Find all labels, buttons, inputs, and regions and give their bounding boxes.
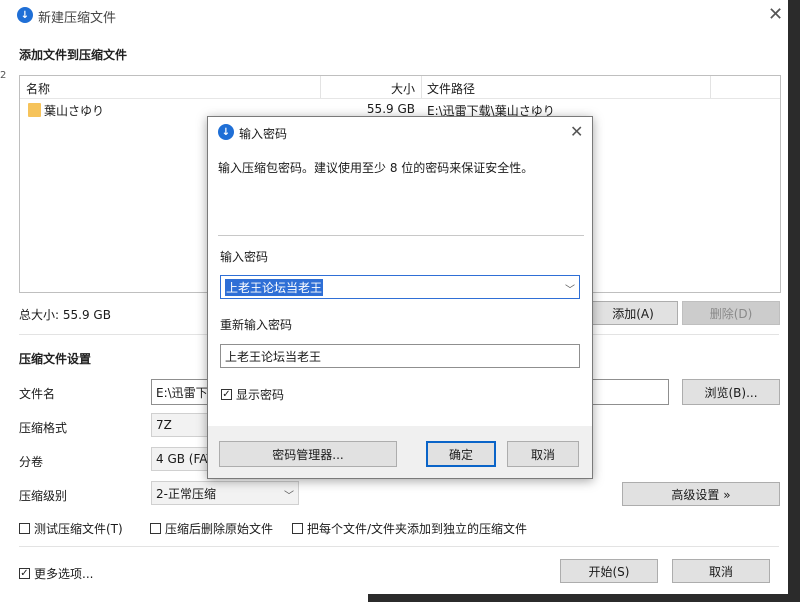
total-size: 总大小: 55.9 GB	[19, 308, 111, 322]
test-archive-checkbox[interactable]	[19, 523, 30, 534]
checkmark-icon: ✓	[20, 567, 29, 579]
show-password-checkbox[interactable]: ✓	[221, 389, 232, 400]
format-select[interactable]: 7Z	[151, 413, 211, 437]
file-name: 葉山さゆり	[44, 104, 105, 118]
add-button[interactable]: 添加(A)	[588, 301, 678, 325]
delete-button[interactable]: 删除(D)	[682, 301, 780, 325]
ok-button[interactable]: 确定	[426, 441, 496, 467]
column-header-name[interactable]: 名称	[26, 80, 50, 97]
reenter-password-value: 上老王论坛当老王	[225, 349, 322, 364]
test-archive-option[interactable]: 测试压缩文件(T)	[19, 520, 123, 537]
show-password-option[interactable]: ✓ 显示密码	[221, 386, 284, 403]
format-label: 压缩格式	[19, 421, 68, 435]
split-label: 分卷	[19, 455, 44, 469]
browse-button[interactable]: 浏览(B)...	[682, 379, 780, 405]
column-header-size[interactable]: 大小	[390, 80, 415, 97]
split-value: 4 GB (FAT	[156, 452, 211, 466]
chevron-down-icon: ﹀	[284, 491, 294, 502]
app-logo-icon: ↓	[218, 124, 234, 140]
reenter-password-input[interactable]: 上老王论坛当老王	[220, 344, 580, 368]
advanced-settings-button[interactable]: 高级设置 »	[622, 482, 780, 506]
delete-after-option[interactable]: 压缩后删除原始文件	[150, 520, 273, 537]
start-button[interactable]: 开始(S)	[560, 559, 658, 583]
more-options-option[interactable]: ✓ 更多选项...	[19, 565, 93, 582]
dialog-title: 输入密码	[239, 127, 288, 141]
password-dialog: ↓ 输入密码 ✕ 输入压缩包密码。建议使用至少 8 位的密码来保证安全性。 输入…	[207, 116, 593, 479]
edge-mark: 2	[0, 70, 7, 81]
title-bar: ↓ 新建压缩文件 ✕	[8, 0, 788, 32]
dialog-description: 输入压缩包密码。建议使用至少 8 位的密码来保证安全性。	[218, 161, 534, 175]
close-icon[interactable]: ✕	[768, 6, 783, 24]
reenter-password-label: 重新输入密码	[220, 318, 293, 332]
file-size: 55.9 GB	[366, 102, 415, 116]
desktop-backdrop	[788, 0, 800, 602]
format-value: 7Z	[156, 418, 172, 432]
more-options-label: 更多选项...	[34, 567, 94, 581]
column-separator[interactable]	[320, 76, 321, 98]
level-label: 压缩级别	[19, 489, 68, 503]
delete-after-checkbox[interactable]	[150, 523, 161, 534]
divider	[19, 546, 779, 547]
separate-archives-option[interactable]: 把每个文件/文件夹添加到独立的压缩文件	[292, 520, 527, 537]
column-separator[interactable]	[421, 76, 422, 98]
password-value: 上老王论坛当老王	[225, 278, 324, 296]
filename-label: 文件名	[19, 387, 56, 401]
app-logo-icon: ↓	[17, 7, 33, 23]
cancel-button[interactable]: 取消	[672, 559, 770, 583]
settings-section-title: 压缩文件设置	[19, 352, 92, 366]
dialog-cancel-button[interactable]: 取消	[507, 441, 579, 467]
level-value: 2-正常压缩	[156, 486, 216, 501]
desktop-backdrop-bottom	[368, 594, 800, 602]
column-separator[interactable]	[710, 76, 711, 98]
password-manager-button[interactable]: 密码管理器...	[219, 441, 397, 467]
column-header-path[interactable]: 文件路径	[427, 80, 475, 97]
delete-after-label: 压缩后删除原始文件	[165, 522, 274, 536]
chevron-down-icon[interactable]: ﹀	[565, 281, 575, 296]
checkmark-icon: ✓	[222, 388, 231, 400]
level-select[interactable]: 2-正常压缩 ﹀	[151, 481, 299, 505]
split-select[interactable]: 4 GB (FAT	[151, 447, 211, 471]
show-password-label: 显示密码	[236, 388, 285, 402]
file-list-header: 名称 大小 文件路径	[20, 76, 780, 99]
more-options-checkbox[interactable]: ✓	[19, 568, 30, 579]
separate-archives-checkbox[interactable]	[292, 523, 303, 534]
add-files-section-title: 添加文件到压缩文件	[19, 48, 128, 62]
close-icon[interactable]: ✕	[570, 123, 583, 141]
divider	[218, 235, 584, 236]
test-archive-label: 测试压缩文件(T)	[34, 522, 123, 536]
folder-icon	[28, 103, 41, 117]
separate-archives-label: 把每个文件/文件夹添加到独立的压缩文件	[307, 522, 528, 536]
password-label: 输入密码	[220, 250, 269, 264]
window-title: 新建压缩文件	[38, 11, 117, 26]
password-input[interactable]: 上老王论坛当老王 ﹀	[220, 275, 580, 299]
